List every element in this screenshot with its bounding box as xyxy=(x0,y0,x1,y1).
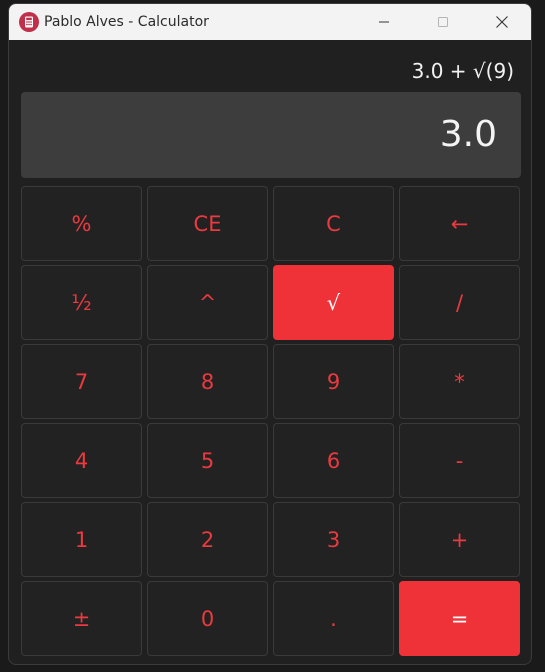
equals-button[interactable]: = xyxy=(399,581,520,656)
percent-button[interactable]: % xyxy=(21,186,142,261)
display-value: 3.0 xyxy=(439,114,497,155)
decimal-button[interactable]: . xyxy=(273,581,394,656)
power-button[interactable]: ^ xyxy=(147,265,268,340)
half-button[interactable]: ½ xyxy=(21,265,142,340)
close-button[interactable] xyxy=(473,4,531,40)
divide-button[interactable]: / xyxy=(399,265,520,340)
six-button[interactable]: 6 xyxy=(273,423,394,498)
negate-button[interactable]: ± xyxy=(21,581,142,656)
calculator-app-icon xyxy=(19,12,39,32)
sqrt-button[interactable]: √ xyxy=(273,265,394,340)
maximize-button[interactable] xyxy=(414,4,472,40)
four-button[interactable]: 4 xyxy=(21,423,142,498)
two-button[interactable]: 2 xyxy=(147,502,268,577)
backspace-button[interactable]: ← xyxy=(399,186,520,261)
three-button[interactable]: 3 xyxy=(273,502,394,577)
expression-history: 3.0 + √(9) xyxy=(411,59,514,83)
eight-button[interactable]: 8 xyxy=(147,344,268,419)
add-button[interactable]: + xyxy=(399,502,520,577)
minimize-button[interactable] xyxy=(355,4,413,40)
nine-button[interactable]: 9 xyxy=(273,344,394,419)
title-bar[interactable]: Pablo Alves - Calculator xyxy=(9,4,531,40)
close-icon xyxy=(496,16,508,28)
calculator-window: Pablo Alves - Calculator 3.0 + √(9) 3.0 … xyxy=(8,3,532,665)
one-button[interactable]: 1 xyxy=(21,502,142,577)
window-title: Pablo Alves - Calculator xyxy=(44,14,209,30)
multiply-button[interactable]: * xyxy=(399,344,520,419)
maximize-icon xyxy=(438,17,448,27)
minimize-icon xyxy=(379,21,389,23)
clear-entry-button[interactable]: CE xyxy=(147,186,268,261)
subtract-button[interactable]: - xyxy=(399,423,520,498)
zero-button[interactable]: 0 xyxy=(147,581,268,656)
five-button[interactable]: 5 xyxy=(147,423,268,498)
clear-button[interactable]: C xyxy=(273,186,394,261)
result-display: 3.0 xyxy=(21,92,521,178)
seven-button[interactable]: 7 xyxy=(21,344,142,419)
keypad: % CE C ← ½ ^ √ / 7 8 9 * 4 5 6 - 1 2 3 +… xyxy=(21,186,521,656)
